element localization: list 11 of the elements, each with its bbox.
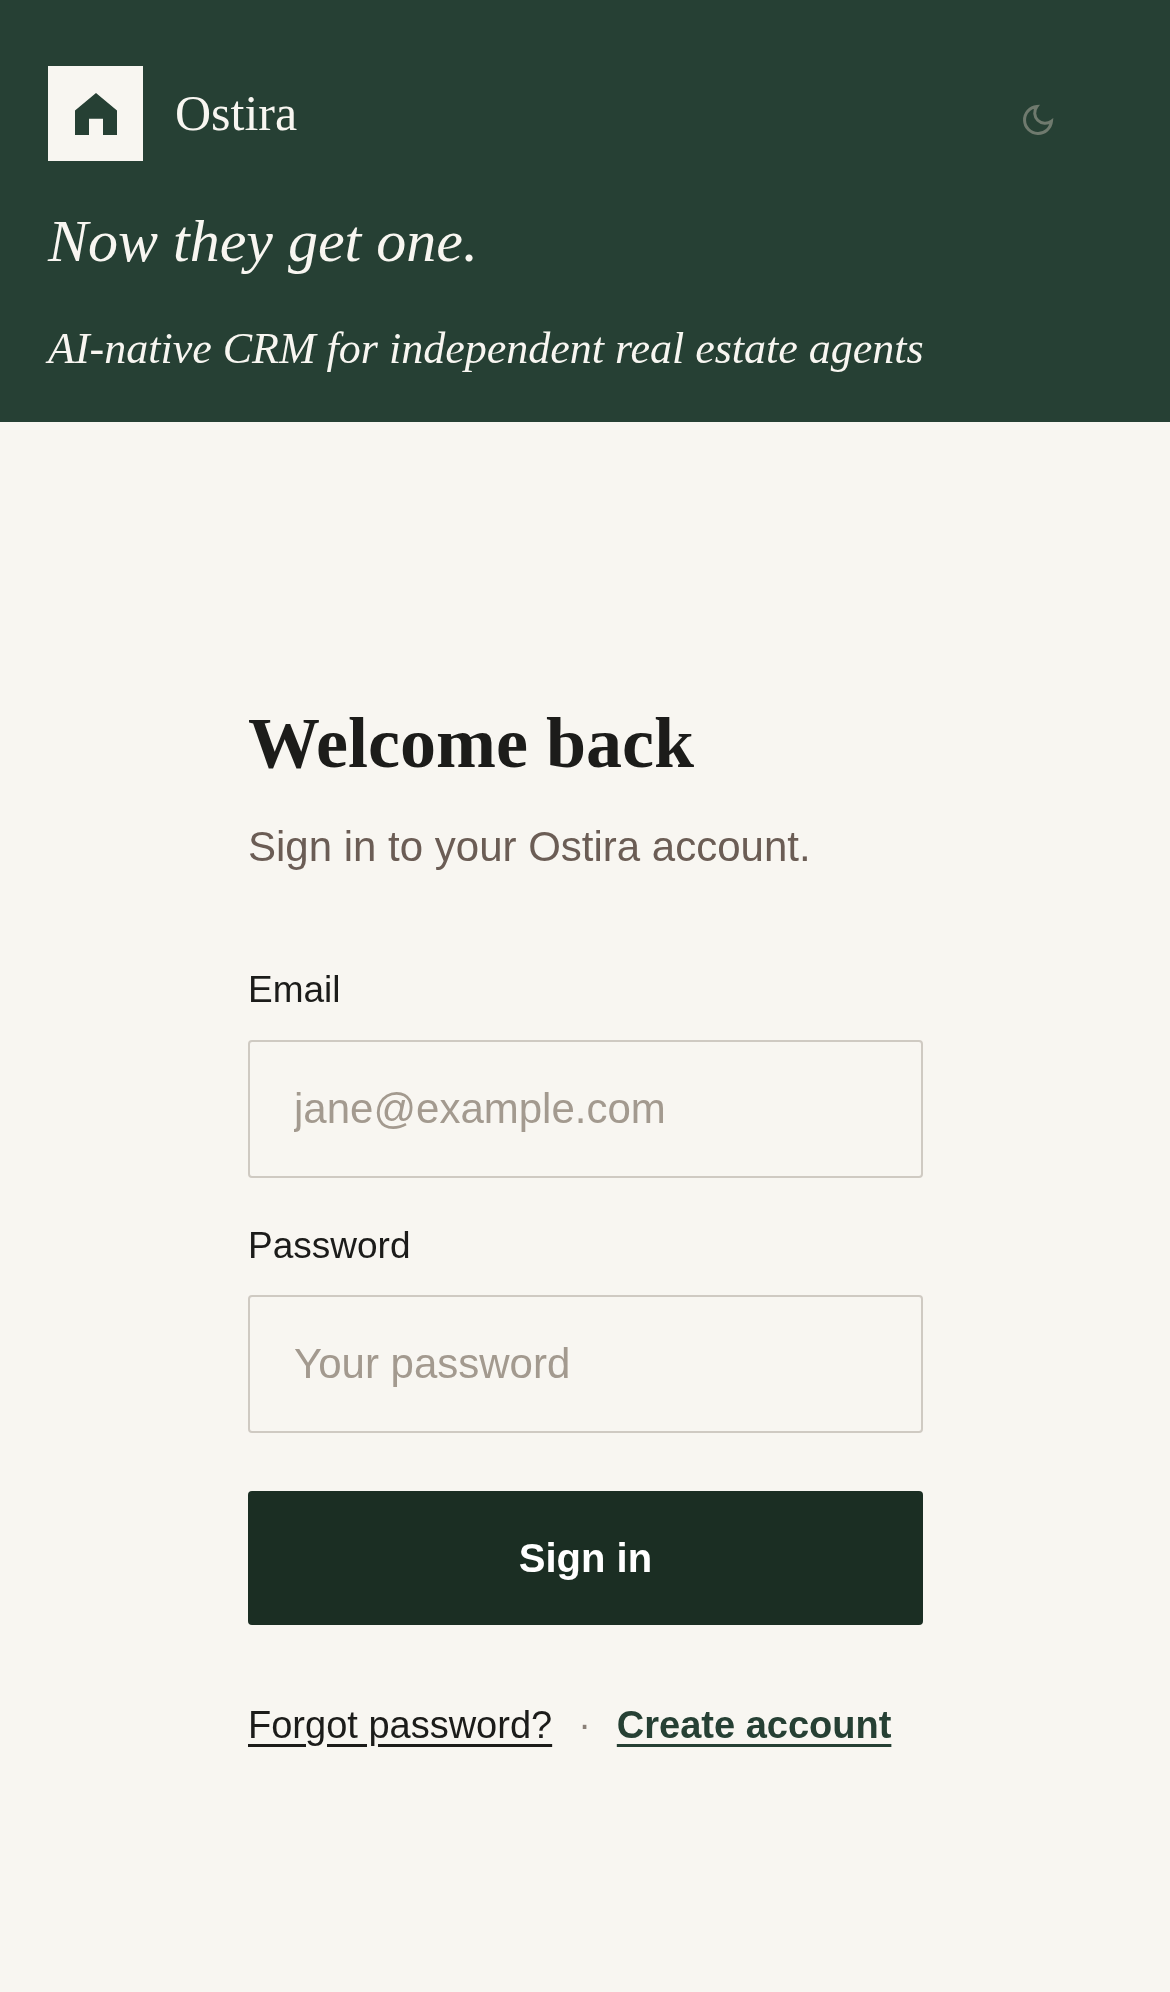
form-subtitle: Sign in to your Ostira account. bbox=[248, 822, 812, 872]
brand-name: Ostira bbox=[175, 84, 298, 143]
password-field[interactable]: Your password bbox=[248, 1295, 923, 1433]
sign-in-button[interactable]: Sign in bbox=[248, 1491, 923, 1625]
field-label: Email bbox=[248, 968, 342, 1012]
form-title: Welcome back bbox=[248, 707, 695, 779]
separator-dot: · bbox=[577, 1703, 592, 1748]
house-logo-icon bbox=[48, 66, 143, 161]
create-account-link[interactable]: Create account bbox=[616, 1697, 892, 1754]
field-label: Password bbox=[248, 1223, 412, 1268]
forgot-password-link[interactable]: Forgot password? bbox=[248, 1697, 553, 1754]
